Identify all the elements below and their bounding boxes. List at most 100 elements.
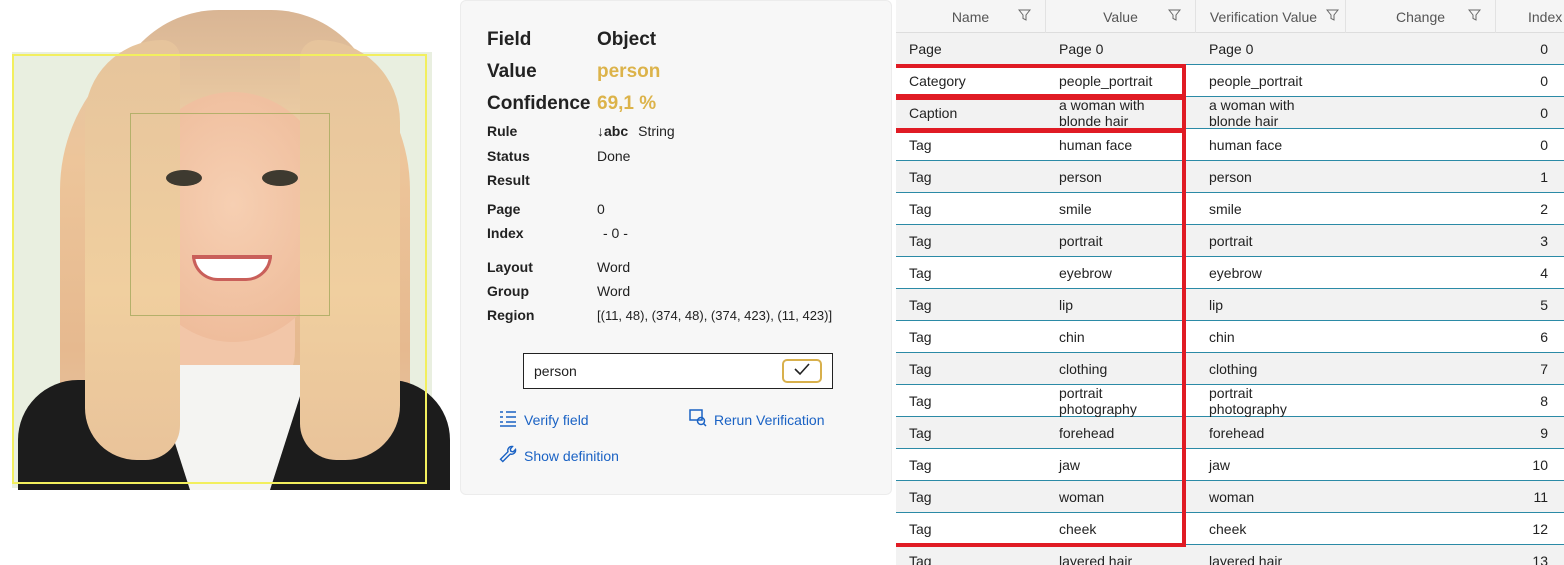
cell-name: Tag	[909, 232, 932, 249]
table-row[interactable]: Tag forehead forehead 9	[896, 417, 1564, 449]
rule-label: Rule	[487, 123, 518, 139]
cell-index: 12	[1532, 520, 1548, 537]
table-row[interactable]: Tag clothing clothing 7	[896, 353, 1564, 385]
table-row[interactable]: Tag person person 1	[896, 161, 1564, 193]
cell-verification-value: Page 0	[1209, 40, 1254, 57]
cell-change	[1346, 353, 1496, 384]
cell-verification-value: a woman with blonde hair	[1209, 96, 1295, 129]
cell-name: Tag	[909, 168, 932, 185]
cell-value: smile	[1059, 200, 1092, 217]
cell-value: a woman with blonde hair	[1059, 96, 1145, 129]
confidence-value: 69,1 %	[597, 93, 657, 114]
cell-change	[1346, 481, 1496, 512]
cell-name: Page	[909, 40, 942, 57]
cell-value: forehead	[1059, 424, 1115, 441]
table-row[interactable]: Tag portrait photography portrait photogra…	[896, 385, 1564, 417]
cell-index: 11	[1533, 488, 1548, 505]
cell-verification-value: lip	[1209, 296, 1224, 313]
value-input[interactable]: person	[523, 353, 833, 389]
cell-index: 4	[1540, 264, 1548, 281]
cell-verification-value: cheek	[1209, 520, 1247, 537]
table-row[interactable]: Tag portrait portrait 3	[896, 225, 1564, 257]
cell-value: person	[1059, 168, 1102, 185]
table-row[interactable]: Tag layered hair layered hair 13	[896, 545, 1564, 565]
result-row: Result	[487, 172, 597, 188]
table-row[interactable]: Page Page 0 Page 0 0	[896, 33, 1564, 65]
cell-name: Tag	[909, 296, 932, 313]
filter-icon[interactable]	[1017, 9, 1032, 25]
table-header: Name Value Verification Value Change Ind…	[896, 0, 1564, 33]
cell-name: Category	[909, 72, 966, 89]
column-header-change[interactable]: Change	[1346, 0, 1496, 33]
cell-verification-value: woman	[1209, 488, 1255, 505]
table-row[interactable]: Tag smile smile 2	[896, 193, 1564, 225]
table-row[interactable]: Category people_portrait people_portrait 0	[896, 65, 1564, 97]
wrench-icon	[499, 445, 524, 466]
cell-change	[1346, 225, 1496, 256]
cell-change	[1346, 289, 1496, 320]
show-definition-button[interactable]: Show definition	[499, 445, 619, 466]
cell-index: 13	[1532, 552, 1548, 565]
cell-name: Tag	[909, 424, 932, 441]
cell-name: Tag	[909, 328, 932, 345]
confirm-button[interactable]	[782, 359, 822, 383]
column-header-value[interactable]: Value	[1046, 0, 1196, 33]
column-header-name[interactable]: Name	[896, 0, 1046, 33]
cell-index: 0	[1540, 104, 1548, 121]
cell-verification-value: people_portrait	[1209, 72, 1303, 89]
cell-value: portrait photography	[1059, 384, 1137, 417]
rerun-verification-label: Rerun Verification	[714, 411, 825, 428]
page-label: Page	[487, 201, 521, 217]
document-image[interactable]	[0, 0, 460, 490]
table-row[interactable]: Tag lip lip 5	[896, 289, 1564, 321]
table-row[interactable]: Tag cheek cheek 12	[896, 513, 1564, 545]
field-value: Object	[597, 29, 657, 50]
cell-value: layered hair	[1059, 552, 1133, 565]
cell-index: 3	[1540, 232, 1548, 249]
value-input-text: person	[534, 363, 577, 379]
table-row[interactable]: Tag eyebrow eyebrow 4	[896, 257, 1564, 289]
cell-change	[1346, 321, 1496, 352]
page-value: 0	[597, 201, 605, 217]
verify-field-label: Verify field	[524, 411, 589, 428]
cell-index: 5	[1540, 296, 1548, 313]
table-row[interactable]: Tag woman woman 11	[896, 481, 1564, 513]
cell-change	[1346, 417, 1496, 448]
table-row[interactable]: Tag human face human face 0	[896, 129, 1564, 161]
cell-index: 2	[1540, 200, 1548, 217]
cell-value: people_portrait	[1059, 72, 1153, 89]
cell-change	[1346, 65, 1496, 96]
face-bounding-box[interactable]	[130, 113, 330, 316]
cell-verification-value: portrait photography	[1209, 384, 1287, 417]
filter-icon[interactable]	[1167, 9, 1182, 25]
cell-value: eyebrow	[1059, 264, 1112, 281]
field-detail-panel: Field Object Value person Confidence 69,…	[460, 0, 892, 495]
page-row: Page 0	[487, 201, 605, 217]
rerun-icon	[689, 409, 714, 430]
cell-name: Tag	[909, 520, 932, 537]
table-row[interactable]: Caption a woman with blonde hair a woman w…	[896, 97, 1564, 129]
cell-change	[1346, 513, 1496, 544]
table-row[interactable]: Tag chin chin 6	[896, 321, 1564, 353]
cell-name: Tag	[909, 200, 932, 217]
filter-icon[interactable]	[1325, 9, 1340, 25]
table-row[interactable]: Tag jaw jaw 10	[896, 449, 1564, 481]
cell-verification-value: person	[1209, 168, 1252, 185]
rerun-verification-button[interactable]: Rerun Verification	[689, 409, 825, 430]
column-header-verification-value[interactable]: Verification Value	[1196, 0, 1346, 33]
cell-name: Tag	[909, 360, 932, 377]
status-value: Done	[597, 148, 631, 164]
cell-verification-value: eyebrow	[1209, 264, 1262, 281]
cell-change	[1346, 257, 1496, 288]
verify-field-button[interactable]: Verify field	[499, 409, 589, 430]
cell-value: human face	[1059, 136, 1133, 153]
layout-label: Layout	[487, 259, 533, 275]
layout-value: Word	[597, 259, 631, 275]
region-value: [(11, 48), (374, 48), (374, 423), (11, 4…	[597, 307, 833, 323]
cell-verification-value: smile	[1209, 200, 1242, 217]
string-type-icon: ↓abc	[597, 123, 629, 139]
cell-change	[1346, 545, 1496, 565]
filter-icon[interactable]	[1467, 9, 1482, 25]
column-header-index[interactable]: Index	[1496, 0, 1564, 33]
status-label: Status	[487, 148, 530, 164]
